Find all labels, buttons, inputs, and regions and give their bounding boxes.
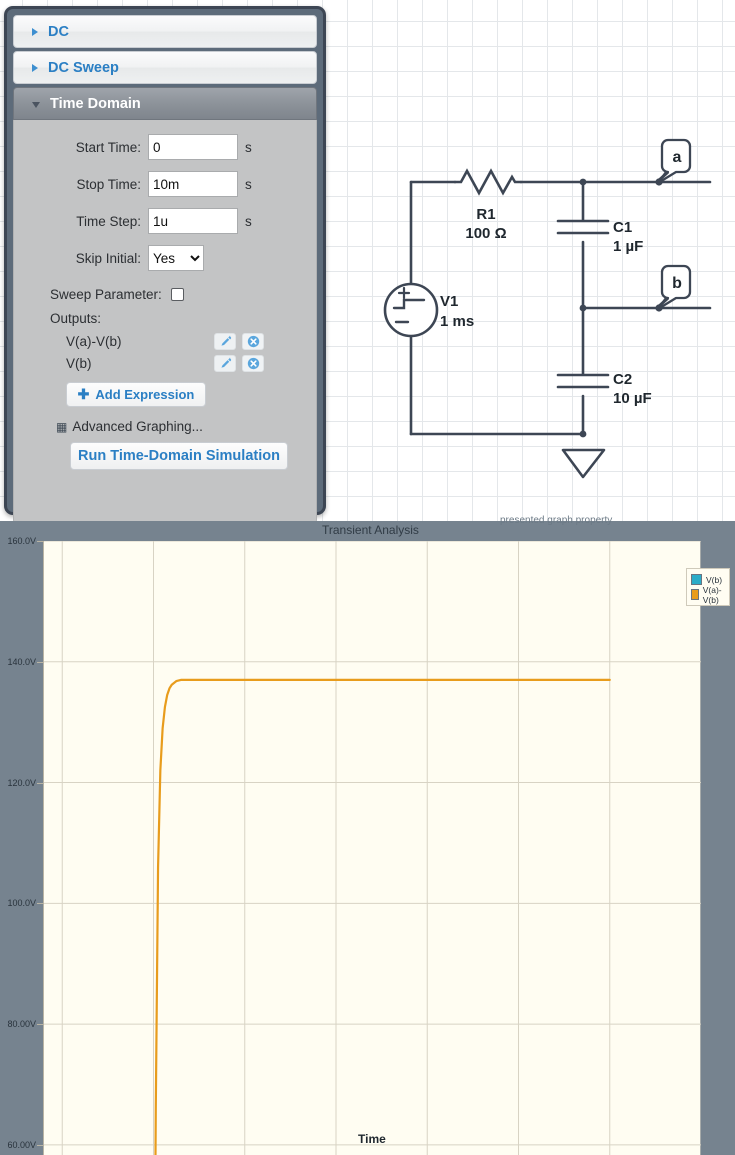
delete-glyph xyxy=(247,335,259,347)
chevron-right-icon xyxy=(32,63,38,72)
plot-graphics xyxy=(44,541,701,1155)
advanced-graphing-link[interactable]: ▦ Advanced Graphing... xyxy=(56,419,316,434)
delete-glyph xyxy=(247,357,259,369)
legend-item[interactable]: V(a)-V(b) xyxy=(691,584,725,605)
probe-label-a: a xyxy=(673,149,682,166)
component-label-v1: V1 xyxy=(440,293,458,310)
time-domain-body: Start Time: s Stop Time: s Time Step: s … xyxy=(13,120,317,524)
advanced-graphing-label: Advanced Graphing... xyxy=(72,419,203,434)
run-simulation-label: Run Time-Domain Simulation xyxy=(78,448,280,464)
ground-symbol xyxy=(561,448,606,479)
y-axis-tick-mark xyxy=(37,1024,43,1026)
outputs-label: Outputs: xyxy=(50,311,102,326)
component-label-r1: R1 xyxy=(476,206,495,223)
y-axis-tick-mark xyxy=(37,903,43,905)
output-expression: V(a)-V(b) xyxy=(66,333,122,349)
component-label-c1: C1 xyxy=(613,219,632,236)
field-skip-initial: Skip Initial: YesNo xyxy=(14,245,316,271)
component-value-c1: 1 µF xyxy=(613,238,643,255)
start-time-unit: s xyxy=(245,139,252,155)
skip-initial-select[interactable]: YesNo xyxy=(148,245,204,271)
stop-time-label: Stop Time: xyxy=(76,176,141,192)
time-step-input[interactable] xyxy=(148,208,238,234)
legend-swatch xyxy=(691,589,699,600)
chart-legend[interactable]: V(b) V(a)-V(b) xyxy=(686,568,730,606)
chart-region: presented graph property Transient Analy… xyxy=(0,515,735,1155)
skip-initial-label: Skip Initial: xyxy=(75,250,141,266)
component-value-r1: 100 Ω xyxy=(465,225,506,242)
add-expression-label: Add Expression xyxy=(95,387,195,402)
accordion-time-domain-label: Time Domain xyxy=(50,95,141,112)
accordion-dc[interactable]: DC xyxy=(13,15,317,48)
field-stop-time: Stop Time: s xyxy=(14,171,316,197)
legend-label: V(b) xyxy=(706,574,723,585)
legend-label: V(a)-V(b) xyxy=(702,584,722,605)
delete-circle-icon[interactable] xyxy=(242,332,264,350)
app-root: a b R1 100 Ω V1 1 ms C1 1 µF C2 10 µF DC… xyxy=(0,0,735,1155)
pencil-icon[interactable] xyxy=(214,332,236,350)
y-axis-tick-mark xyxy=(37,541,43,542)
y-axis-tick-label: 80.00V xyxy=(7,1019,36,1030)
sweep-parameter-row: Sweep Parameter: xyxy=(14,287,316,302)
component-value-c2: 10 µF xyxy=(613,390,652,407)
y-axis-tick-mark xyxy=(37,661,43,663)
x-axis-title: Time xyxy=(358,1132,386,1146)
table-icon: ▦ xyxy=(56,419,68,434)
legend-swatch xyxy=(691,574,702,585)
simulation-panel: DC DC Sweep Time Domain Start Time: s St… xyxy=(4,6,326,524)
y-axis-tick-mark xyxy=(37,1144,43,1146)
chevron-right-icon xyxy=(32,27,38,36)
probe-label-b: b xyxy=(672,275,682,292)
stop-time-unit: s xyxy=(245,176,252,192)
y-axis-tick-label: 140.0V xyxy=(7,656,36,667)
output-expression: V(b) xyxy=(66,355,92,371)
field-time-step: Time Step: s xyxy=(14,208,316,234)
component-value-v1: 1 ms xyxy=(440,313,474,330)
y-axis-tick-label: 160.0V xyxy=(7,536,36,546)
accordion-dc-sweep-label: DC Sweep xyxy=(48,59,119,76)
time-step-label: Time Step: xyxy=(76,213,141,229)
run-simulation-button[interactable]: Run Time-Domain Simulation xyxy=(70,442,288,470)
add-expression-button[interactable]: ✚ Add Expression xyxy=(66,382,206,407)
accordion-dc-label: DC xyxy=(48,23,69,40)
sweep-parameter-label: Sweep Parameter: xyxy=(50,287,162,302)
output-item: V(b) xyxy=(14,352,316,374)
pencil-icon[interactable] xyxy=(214,354,236,372)
accordion-dc-sweep[interactable]: DC Sweep xyxy=(13,51,317,84)
y-axis-tick-label: 60.00V xyxy=(7,1139,36,1150)
start-time-label: Start Time: xyxy=(75,139,141,155)
y-axis-tick-label: 100.0V xyxy=(7,898,36,909)
plus-icon: ✚ xyxy=(77,386,90,402)
field-start-time: Start Time: s xyxy=(14,134,316,160)
output-item: V(a)-V(b) xyxy=(14,330,316,352)
y-axis-tick-mark xyxy=(37,782,43,784)
outputs-row: Outputs: xyxy=(14,311,316,326)
accordion-time-domain[interactable]: Time Domain xyxy=(13,87,317,120)
time-step-unit: s xyxy=(245,213,252,229)
component-label-c2: C2 xyxy=(613,371,632,388)
pencil-glyph xyxy=(220,357,231,368)
y-axis-tick-label: 120.0V xyxy=(7,777,36,788)
start-time-input[interactable] xyxy=(148,134,238,160)
chart-title: Transient Analysis xyxy=(322,523,419,537)
sweep-parameter-checkbox[interactable] xyxy=(170,288,184,301)
plot-area[interactable]: V(b) V(a)-V(b) xyxy=(43,541,730,1155)
chevron-down-icon xyxy=(32,101,40,108)
pencil-glyph xyxy=(220,335,231,346)
delete-circle-icon[interactable] xyxy=(242,354,264,372)
ghost-overlay-text: presented graph property xyxy=(500,515,613,526)
stop-time-input[interactable] xyxy=(148,171,238,197)
